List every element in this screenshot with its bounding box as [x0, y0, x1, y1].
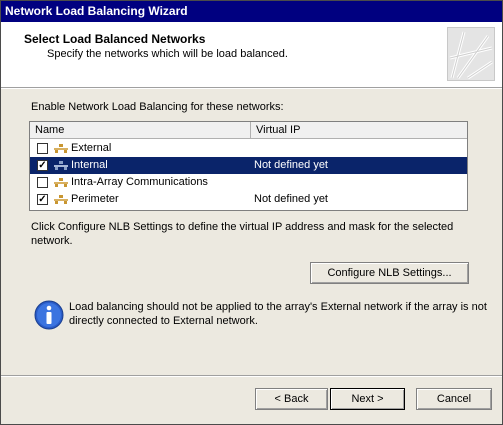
list-item-intra-array[interactable]: Intra-Array Communications — [30, 174, 467, 191]
window-title: Network Load Balancing Wizard — [5, 4, 188, 18]
column-virtual-ip[interactable]: Virtual IP — [251, 122, 467, 138]
page-subtitle: Specify the networks which will be load … — [47, 48, 288, 60]
network-name: Perimeter — [71, 193, 119, 205]
page-title: Select Load Balanced Networks — [24, 32, 206, 46]
info-icon — [34, 300, 64, 330]
wizard-header: Select Load Balanced Networks Specify th… — [1, 22, 502, 87]
footer-divider — [1, 375, 502, 377]
network-icon — [54, 195, 68, 204]
checkbox-external[interactable] — [37, 143, 48, 154]
network-list[interactable]: Name Virtual IP External ✓ Internal Not … — [29, 121, 468, 211]
network-icon — [54, 161, 68, 170]
network-name: External — [71, 142, 112, 154]
enable-label: Enable Network Load Balancing for these … — [31, 101, 284, 113]
column-name[interactable]: Name — [30, 122, 250, 138]
network-virtual-ip: Not defined yet — [254, 193, 328, 205]
network-name: Intra-Array Communications — [71, 176, 208, 188]
list-item-internal[interactable]: ✓ Internal Not defined yet — [30, 157, 467, 174]
wizard-graphic-icon — [447, 27, 495, 81]
checkbox-perimeter[interactable]: ✓ — [37, 194, 48, 205]
wizard-window: Network Load Balancing Wizard Select Loa… — [0, 0, 503, 425]
list-header: Name Virtual IP — [30, 122, 467, 139]
back-button[interactable]: < Back — [255, 388, 328, 410]
title-bar: Network Load Balancing Wizard — [1, 1, 502, 22]
network-name: Internal — [71, 159, 108, 171]
checkbox-intra-array[interactable] — [37, 177, 48, 188]
cancel-button[interactable]: Cancel — [416, 388, 492, 410]
configure-hint: Click Configure NLB Settings to define t… — [31, 221, 454, 247]
network-icon — [54, 178, 68, 187]
list-item-perimeter[interactable]: ✓ Perimeter Not defined yet — [30, 191, 467, 208]
network-virtual-ip: Not defined yet — [254, 159, 328, 171]
list-item-external[interactable]: External — [30, 140, 467, 157]
next-button[interactable]: Next > — [330, 388, 405, 410]
checkbox-internal[interactable]: ✓ — [37, 160, 48, 171]
info-message: Load balancing should not be applied to … — [69, 301, 487, 327]
configure-nlb-settings-button[interactable]: Configure NLB Settings... — [310, 262, 469, 284]
network-icon — [54, 144, 68, 153]
